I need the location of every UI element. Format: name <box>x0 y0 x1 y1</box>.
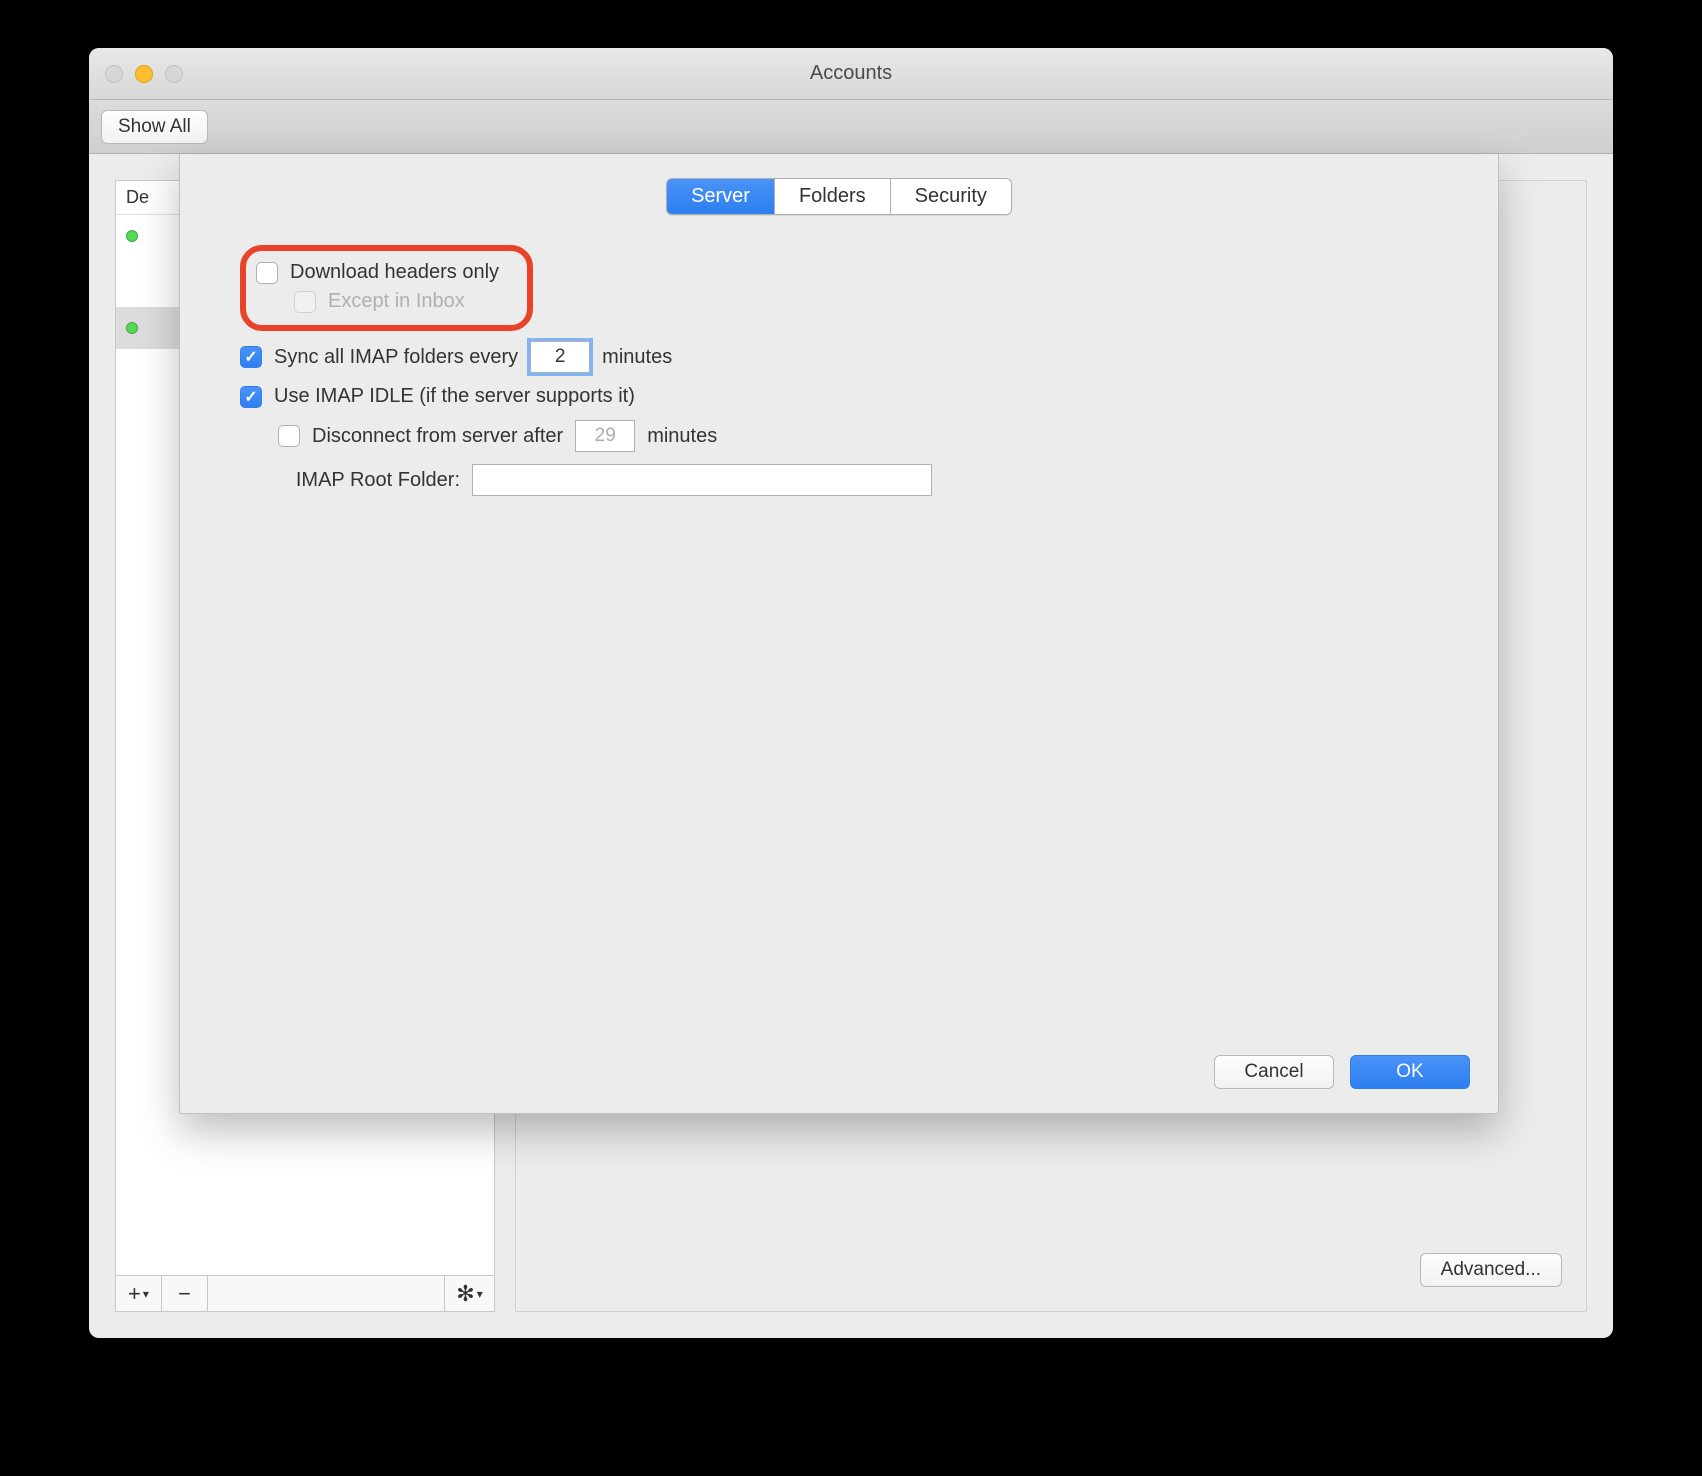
root-folder-label: IMAP Root Folder: <box>240 469 460 492</box>
sync-row: Sync all IMAP folders every minutes <box>240 341 1438 373</box>
sync-checkbox[interactable] <box>240 346 262 368</box>
download-headers-label: Download headers only <box>290 261 499 284</box>
minimize-icon[interactable] <box>135 65 153 83</box>
idle-checkbox[interactable] <box>240 386 262 408</box>
tab-group: Server Folders Security <box>666 178 1012 215</box>
footer-spacer <box>208 1276 444 1311</box>
status-dot-icon <box>126 322 138 334</box>
download-headers-row: Download headers only <box>256 261 499 284</box>
disconnect-row: Disconnect from server after minutes <box>278 420 1438 452</box>
sync-prefix-label: Sync all IMAP folders every <box>274 346 518 369</box>
sync-suffix-label: minutes <box>602 346 672 369</box>
server-settings-sheet: Server Folders Security Download headers… <box>179 154 1499 1114</box>
minus-icon: − <box>178 1281 191 1307</box>
sheet-body: Download headers only Except in Inbox Sy… <box>180 215 1498 528</box>
zoom-icon[interactable] <box>165 65 183 83</box>
advanced-button[interactable]: Advanced... <box>1420 1253 1562 1287</box>
tab-folders[interactable]: Folders <box>775 179 891 214</box>
idle-label: Use IMAP IDLE (if the server supports it… <box>274 385 635 408</box>
disconnect-suffix-label: minutes <box>647 425 717 448</box>
except-inbox-row: Except in Inbox <box>294 290 499 313</box>
titlebar: Accounts <box>89 48 1613 100</box>
gear-icon: ✻ <box>456 1281 474 1307</box>
sheet-footer: Cancel OK <box>1214 1055 1470 1089</box>
disconnect-checkbox[interactable] <box>278 425 300 447</box>
ok-button[interactable]: OK <box>1350 1055 1470 1089</box>
tab-security[interactable]: Security <box>891 179 1011 214</box>
gear-button[interactable]: ✻▾ <box>444 1276 494 1311</box>
disconnect-prefix-label: Disconnect from server after <box>312 425 563 448</box>
show-all-button[interactable]: Show All <box>101 110 208 144</box>
sync-minutes-input[interactable] <box>530 341 590 373</box>
chevron-down-icon: ▾ <box>143 1287 149 1301</box>
status-dot-icon <box>126 230 138 242</box>
download-headers-checkbox[interactable] <box>256 262 278 284</box>
add-account-button[interactable]: +▾ <box>116 1276 162 1311</box>
accounts-window: Accounts Show All De +▾ − <box>89 48 1613 1338</box>
cancel-button[interactable]: Cancel <box>1214 1055 1334 1089</box>
window-title: Accounts <box>89 62 1613 85</box>
chevron-down-icon: ▾ <box>477 1287 483 1301</box>
close-icon[interactable] <box>105 65 123 83</box>
root-folder-row: IMAP Root Folder: <box>240 464 1438 496</box>
except-inbox-label: Except in Inbox <box>328 290 465 313</box>
root-folder-input[interactable] <box>472 464 932 496</box>
disconnect-minutes-input[interactable] <box>575 420 635 452</box>
list-footer: +▾ − ✻▾ <box>115 1276 495 1312</box>
remove-account-button[interactable]: − <box>162 1276 208 1311</box>
traffic-lights <box>89 65 183 83</box>
idle-row: Use IMAP IDLE (if the server supports it… <box>240 385 1438 408</box>
toolbar: Show All <box>89 100 1613 154</box>
except-inbox-checkbox <box>294 291 316 313</box>
tabs: Server Folders Security <box>180 178 1498 215</box>
plus-icon: + <box>128 1281 141 1307</box>
tab-server[interactable]: Server <box>667 179 775 214</box>
highlight-annotation: Download headers only Except in Inbox <box>240 245 533 331</box>
